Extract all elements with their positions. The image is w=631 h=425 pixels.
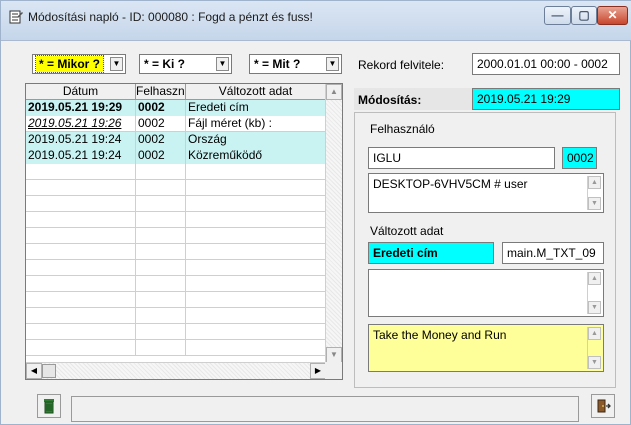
title-bar: Módosítási napló - ID: 000080 : Fogd a p… — [1, 1, 631, 41]
empty-row — [26, 196, 326, 212]
scroll-right-icon[interactable]: ▶ — [310, 363, 326, 379]
table-row[interactable]: 2019.05.21 19:24 0002 Ország — [26, 132, 326, 148]
scroll-up-icon[interactable]: ▲ — [588, 327, 601, 340]
modified-label: Módosítás: — [358, 93, 422, 107]
empty-row — [26, 340, 326, 356]
table-row[interactable]: 2019.05.21 19:24 0002 Közreműködő — [26, 148, 326, 164]
scroll-down-icon[interactable]: ▼ — [588, 301, 601, 314]
filter-when-value: * = Mikor ? — [34, 55, 105, 73]
status-bar — [71, 396, 579, 422]
grid-horizontal-scrollbar[interactable]: ◀ ▶ — [26, 362, 326, 379]
maximize-button[interactable]: ▢ — [571, 6, 597, 25]
grid-vertical-scrollbar[interactable]: ▲ ▼ — [325, 84, 342, 363]
machine-scrollbar[interactable]: ▲ ▼ — [587, 176, 601, 210]
created-label: Rekord felvitele: — [358, 58, 445, 72]
new-value-scrollbar[interactable]: ▲ ▼ — [587, 327, 601, 369]
minimize-button[interactable]: — — [544, 6, 571, 25]
cell-date: 2019.05.21 19:24 — [26, 132, 136, 148]
cell-user: 0002 — [136, 132, 186, 148]
modified-value-field[interactable]: 2019.05.21 19:29 — [472, 88, 620, 110]
cell-user: 0002 — [136, 100, 186, 116]
chevron-down-icon[interactable]: ▼ — [110, 57, 123, 71]
new-value-field[interactable]: Take the Money and Run ▲ ▼ — [368, 324, 604, 372]
scroll-down-icon[interactable]: ▼ — [326, 347, 342, 363]
cell-date: 2019.05.21 19:24 — [26, 148, 136, 164]
table-row[interactable]: 2019.05.21 19:26 0002 Fájl méret (kb) : — [26, 116, 326, 132]
client-area: * = Mikor ? ▼ * = Ki ? ▼ * = Mit ? ▼ Dát… — [8, 41, 626, 388]
exit-button[interactable] — [591, 394, 615, 418]
empty-row — [26, 180, 326, 196]
window-title: Módosítási napló - ID: 000080 : Fogd a p… — [28, 10, 313, 24]
cell-date: 2019.05.21 19:29 — [26, 100, 136, 116]
created-value-field[interactable]: 2000.01.01 00:00 - 0002 — [472, 53, 620, 75]
cell-date: 2019.05.21 19:26 — [26, 116, 136, 132]
log-app-icon — [9, 10, 23, 24]
cell-field: Közreműködő — [186, 148, 326, 164]
user-section-label: Felhasználó — [370, 122, 435, 136]
minimize-icon: — — [551, 8, 564, 22]
table-row[interactable]: 2019.05.21 19:29 0002 Eredeti cím — [26, 100, 326, 116]
changed-field-name[interactable]: Eredeti cím — [368, 242, 494, 264]
column-header-field[interactable]: Változott adat — [186, 84, 326, 100]
empty-row — [26, 212, 326, 228]
user-machine-field[interactable]: DESKTOP-6VHV5CM # user ▲ ▼ — [368, 173, 604, 213]
scroll-up-icon[interactable]: ▲ — [588, 272, 601, 285]
column-header-date[interactable]: Dátum — [26, 84, 136, 100]
changed-field-code[interactable]: main.M_TXT_09 — [502, 242, 604, 264]
empty-row — [26, 324, 326, 340]
cell-user: 0002 — [136, 148, 186, 164]
old-value-field[interactable]: ▲ ▼ — [368, 269, 604, 317]
scroll-thumb[interactable] — [42, 364, 56, 378]
scroll-up-icon[interactable]: ▲ — [326, 84, 342, 100]
empty-row — [26, 276, 326, 292]
log-window: Módosítási napló - ID: 000080 : Fogd a p… — [0, 0, 631, 425]
chevron-down-icon[interactable]: ▼ — [326, 57, 339, 71]
filter-when-dropdown[interactable]: * = Mikor ? ▼ — [32, 54, 126, 74]
empty-row — [26, 228, 326, 244]
scroll-up-icon[interactable]: ▲ — [588, 176, 601, 189]
old-value-scrollbar[interactable]: ▲ ▼ — [587, 272, 601, 314]
trash-icon — [44, 399, 54, 414]
user-name-field[interactable]: IGLU — [368, 147, 555, 169]
empty-row — [26, 292, 326, 308]
cell-field: Fájl méret (kb) : — [186, 116, 326, 132]
filter-what-dropdown[interactable]: * = Mit ? ▼ — [249, 54, 342, 74]
cell-field: Eredeti cím — [186, 100, 326, 116]
filter-who-value: * = Ki ? — [144, 57, 186, 71]
empty-row — [26, 260, 326, 276]
cell-field: Ország — [186, 132, 326, 148]
empty-row — [26, 244, 326, 260]
cell-user: 0002 — [136, 116, 186, 132]
close-icon: ✕ — [607, 8, 618, 22]
new-value-text: Take the Money and Run — [373, 328, 507, 342]
changed-section-label: Változott adat — [370, 224, 444, 238]
column-header-user[interactable]: Felhasználó — [136, 84, 186, 100]
delete-button[interactable] — [37, 394, 61, 418]
maximize-icon: ▢ — [578, 8, 590, 22]
log-grid[interactable]: Dátum Felhasználó Változott adat 2019.05… — [25, 83, 343, 380]
grid-header: Dátum Felhasználó Változott adat — [26, 84, 326, 100]
filter-what-value: * = Mit ? — [254, 57, 301, 71]
scroll-down-icon[interactable]: ▼ — [588, 197, 601, 210]
scroll-down-icon[interactable]: ▼ — [588, 356, 601, 369]
empty-row — [26, 164, 326, 180]
close-button[interactable]: ✕ — [597, 6, 628, 25]
scroll-left-icon[interactable]: ◀ — [26, 363, 42, 379]
chevron-down-icon[interactable]: ▼ — [216, 57, 229, 71]
user-id-field[interactable]: 0002 — [562, 147, 597, 169]
exit-door-icon — [597, 399, 611, 413]
empty-row — [26, 308, 326, 324]
scroll-corner — [325, 362, 342, 379]
user-machine-text: DESKTOP-6VHV5CM # user — [373, 177, 528, 191]
filter-who-dropdown[interactable]: * = Ki ? ▼ — [139, 54, 232, 74]
